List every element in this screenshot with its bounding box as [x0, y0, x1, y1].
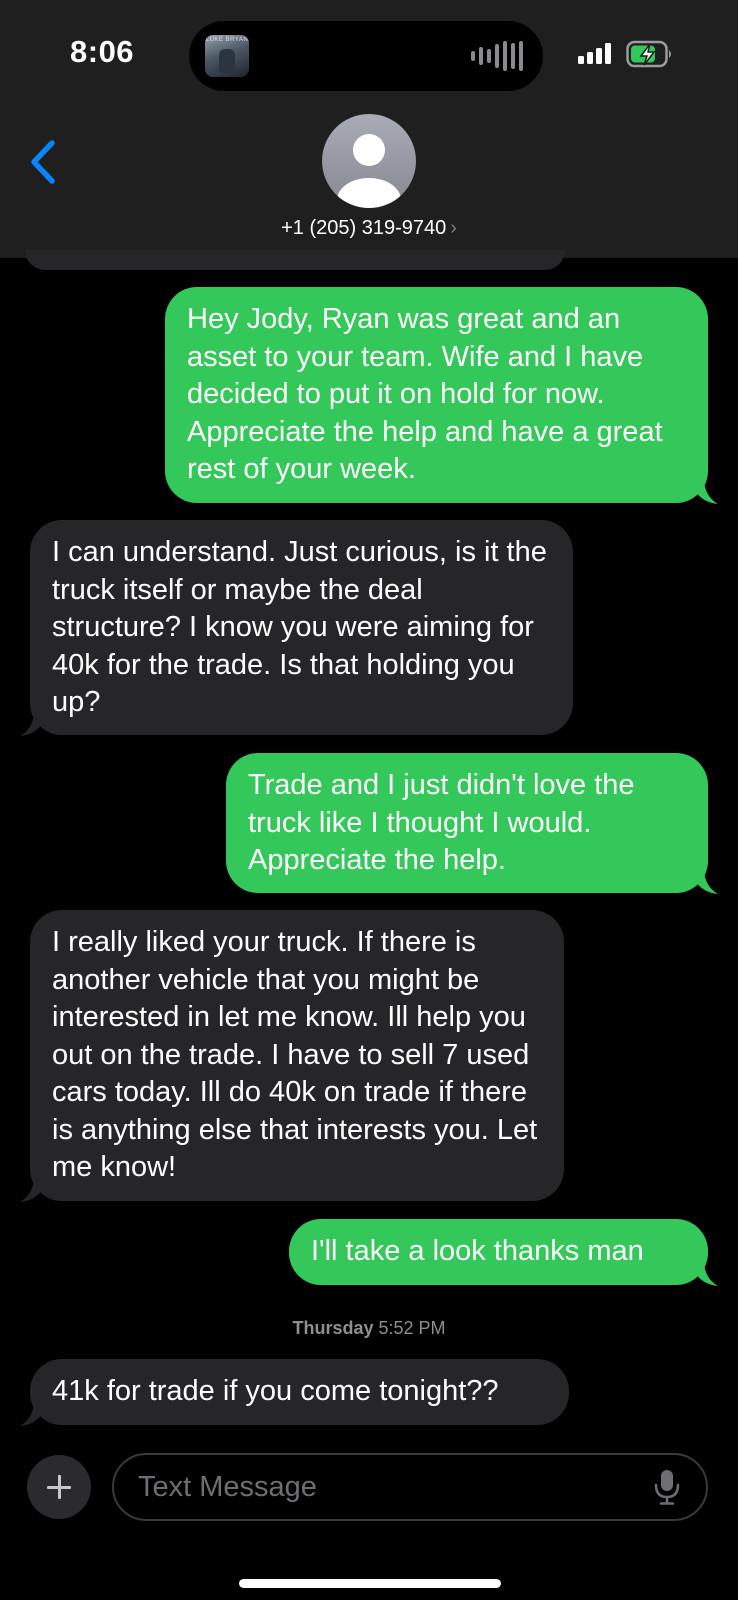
- album-label: LUKE BRYAN: [205, 37, 249, 43]
- contact-avatar[interactable]: [322, 114, 416, 208]
- message-bubble-sent[interactable]: I'll take a look thanks man: [289, 1219, 718, 1286]
- message-bubble-received[interactable]: I really liked your truck. If there is a…: [20, 910, 564, 1202]
- contact-name-button[interactable]: +1 (205) 319-9740 ›: [0, 217, 738, 240]
- album-figure: [219, 49, 235, 73]
- plus-icon[interactable]: [27, 1455, 91, 1519]
- battery-charging-icon: [626, 40, 671, 68]
- signal-bars-icon: [578, 42, 611, 64]
- album-art: LUKE BRYAN: [205, 35, 249, 77]
- message-text: 41k for trade if you come tonight??: [52, 1375, 499, 1407]
- message-text: I can understand. Just curious, is it th…: [52, 536, 547, 718]
- message-input[interactable]: Text Message: [112, 1453, 708, 1521]
- back-chevron-icon[interactable]: [26, 138, 66, 188]
- contact-number: +1 (205) 319-9740: [281, 217, 447, 239]
- message-bubble-received[interactable]: I can understand. Just curious, is it th…: [20, 520, 573, 736]
- home-indicator[interactable]: [239, 1579, 501, 1588]
- timestamp-time: 5:52 PM: [378, 1318, 446, 1338]
- message-bubble-sent[interactable]: Trade and I just didn't love the truck l…: [226, 753, 718, 894]
- message-text: I'll take a look thanks man: [311, 1235, 644, 1267]
- conversation-header: 8:06 LUKE BRYAN +1 (205) 319-9740 ›: [0, 0, 738, 258]
- status-time: 8:06: [70, 34, 135, 69]
- chevron-right-icon: ›: [450, 217, 457, 239]
- timestamp-day: Thursday: [292, 1318, 374, 1338]
- message-bubble-sent[interactable]: Hey Jody, Ryan was great and an asset to…: [165, 287, 718, 504]
- message-text: Trade and I just didn't love the truck l…: [248, 769, 635, 876]
- previous-message-bubble: [25, 250, 565, 270]
- waveform-icon: [471, 41, 523, 71]
- microphone-icon[interactable]: [654, 1469, 680, 1505]
- message-text: Hey Jody, Ryan was great and an asset to…: [187, 303, 663, 485]
- dynamic-island-now-playing[interactable]: LUKE BRYAN: [189, 21, 543, 91]
- message-bubble-received[interactable]: 41k for trade if you come tonight??: [20, 1359, 569, 1426]
- message-input-placeholder: Text Message: [138, 1471, 317, 1503]
- person-avatar-icon: [337, 134, 401, 208]
- message-timestamp: Thursday 5:52 PM: [0, 1318, 738, 1339]
- message-text: I really liked your truck. If there is a…: [52, 926, 538, 1183]
